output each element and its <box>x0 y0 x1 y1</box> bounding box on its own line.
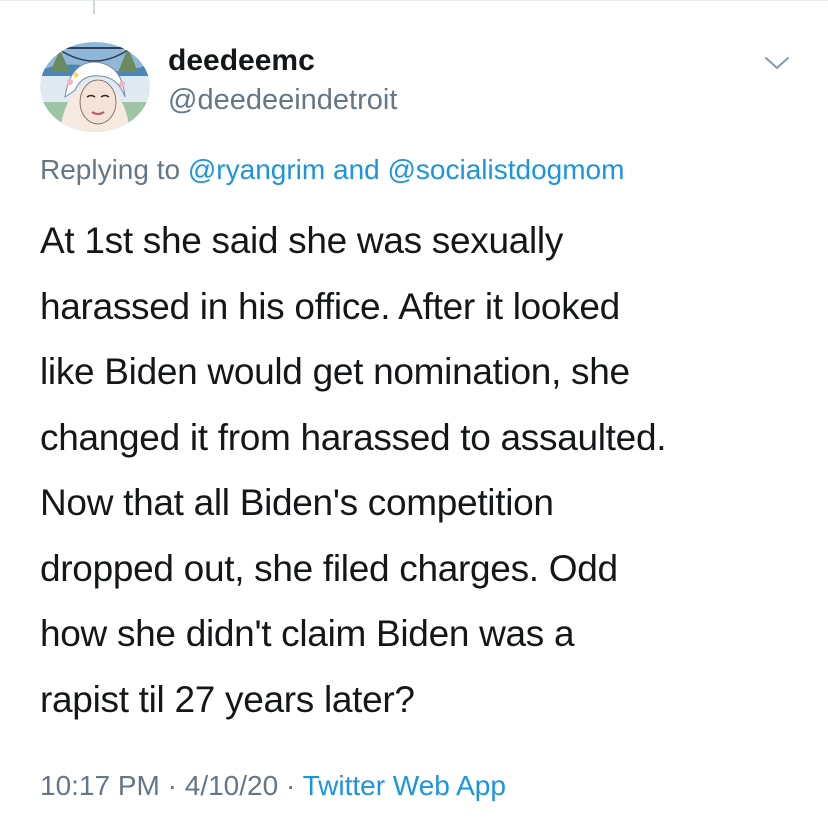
avatar-illustration-icon <box>40 42 150 132</box>
tweet-text-line: harassed in his office. After it looked <box>40 285 620 327</box>
replying-conjunction[interactable]: and <box>333 154 380 185</box>
tweet-text-line: rapist til 27 years later? <box>40 678 415 720</box>
tweet-text-line: like Biden would get nomination, she <box>40 351 630 392</box>
mention-link-ryangrim[interactable]: @ryangrim <box>188 154 325 185</box>
chevron-down-icon[interactable] <box>762 50 792 74</box>
tweet-source-link[interactable]: Twitter Web App <box>303 770 506 801</box>
tweet-time[interactable]: 10:17 PM <box>40 770 160 801</box>
display-name[interactable]: deedeemc <box>168 44 315 78</box>
meta-separator: · <box>285 770 296 801</box>
tweet-text: At 1st she said she was sexually harasse… <box>40 208 810 732</box>
meta-separator: · <box>167 770 177 801</box>
replying-to-line: Replying to @ryangrim and @socialistdogm… <box>40 154 624 186</box>
thread-connector-line <box>93 0 95 14</box>
tweet-date[interactable]: 4/10/20 <box>185 770 278 801</box>
tweet-text-line: Now that all Biden's competition <box>40 482 554 523</box>
tweet-meta: 10:17 PM · 4/10/20 · Twitter Web App <box>40 770 506 802</box>
avatar[interactable] <box>40 42 150 132</box>
replying-to-prefix: Replying to <box>40 154 181 185</box>
top-divider <box>0 0 828 1</box>
tweet-text-line: At 1st she said she was sexually <box>40 220 564 261</box>
tweet-text-line: how she didn't claim Biden was a <box>40 613 575 654</box>
tweet-text-line: dropped out, she filed charges. Odd <box>40 547 618 589</box>
mention-link-socialistdogmom[interactable]: @socialistdogmom <box>388 154 625 185</box>
user-handle[interactable]: @deedeeindetroit <box>168 84 397 117</box>
tweet-text-line: changed it from harassed to assaulted. <box>40 416 667 458</box>
